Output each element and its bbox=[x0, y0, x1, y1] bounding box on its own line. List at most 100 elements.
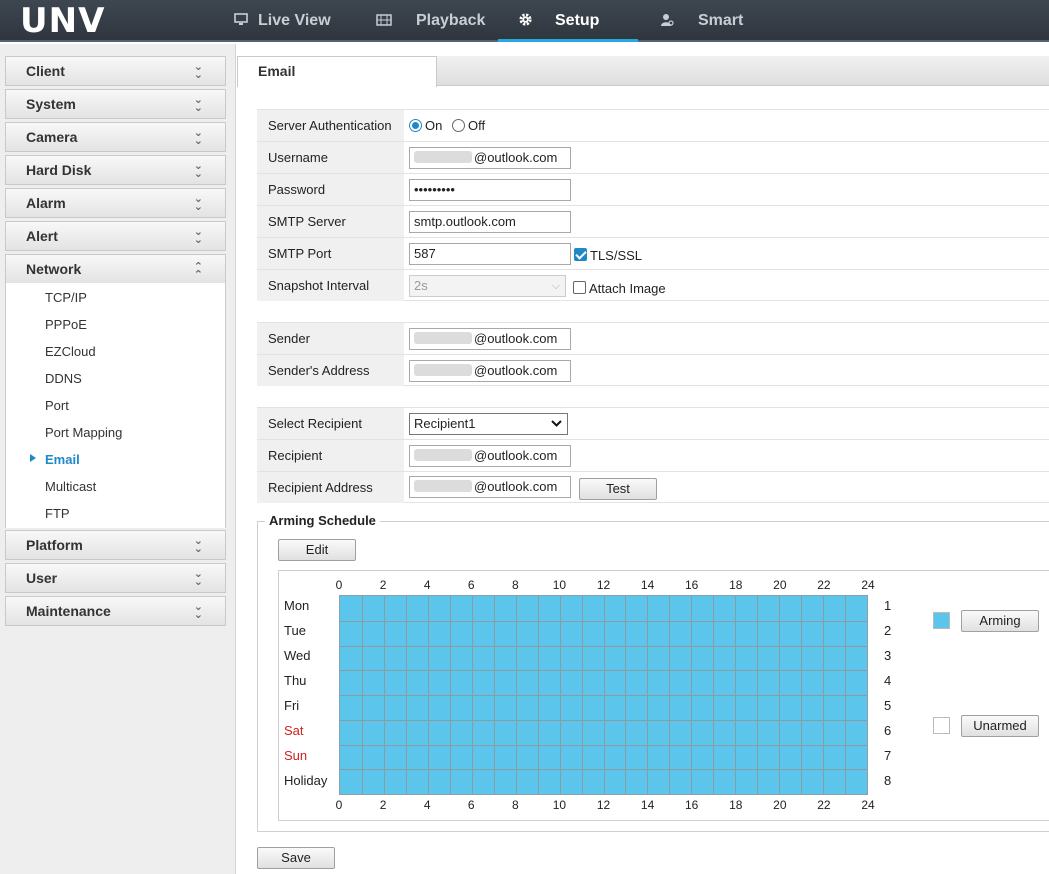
active-item-arrow-icon bbox=[30, 454, 36, 462]
attach-image-checkbox[interactable] bbox=[573, 281, 586, 294]
sidebar-item-email[interactable]: Email bbox=[45, 452, 80, 467]
sidebar-item-port-mapping[interactable]: Port Mapping bbox=[45, 425, 122, 440]
snapshot-interval-select[interactable]: 2s ⌵ bbox=[409, 275, 566, 297]
sidebar-item-multicast[interactable]: Multicast bbox=[45, 479, 96, 494]
username-input[interactable]: @outlook.com bbox=[409, 147, 571, 169]
server-auth-on-label: On bbox=[425, 118, 443, 133]
tab-live-view[interactable]: Live View bbox=[234, 0, 331, 42]
tab-smart-label: Smart bbox=[698, 12, 744, 29]
chevron-up-icon: ⌃ ⌃ bbox=[193, 261, 203, 281]
chevron-down-icon: ⌵ bbox=[551, 280, 560, 292]
sidebar-item-ddns[interactable]: DDNS bbox=[45, 371, 82, 386]
row-index-1: 1 bbox=[884, 598, 892, 613]
tab-live-view-label: Live View bbox=[258, 12, 331, 29]
select-recipient-dropdown[interactable]: Recipient1 bbox=[409, 413, 568, 435]
hour-label-bottom-20: 20 bbox=[773, 798, 787, 812]
arming-button[interactable]: Arming bbox=[961, 610, 1039, 632]
day-label-mon: Mon bbox=[284, 598, 310, 613]
smtp-server-label: SMTP Server bbox=[257, 206, 404, 237]
hour-label-top-12: 12 bbox=[596, 578, 611, 592]
redacted-text bbox=[414, 151, 472, 163]
sidebar-group-maintenance[interactable]: Maintenance ⌄ ⌄ bbox=[5, 596, 226, 626]
sidebar-group-alert[interactable]: Alert ⌄ ⌄ bbox=[5, 221, 226, 251]
smtp-server-input[interactable]: smtp.outlook.com bbox=[409, 211, 571, 233]
sender-address-input[interactable]: @outlook.com bbox=[409, 360, 571, 382]
day-label-sun: Sun bbox=[284, 748, 308, 763]
password-input[interactable]: ••••••••• bbox=[409, 179, 571, 201]
tls-ssl-checkbox[interactable] bbox=[574, 248, 587, 261]
recipient-address-input[interactable]: @outlook.com bbox=[409, 476, 571, 498]
sidebar-group-user[interactable]: User ⌄ ⌄ bbox=[5, 563, 226, 593]
hour-label-top-2: 2 bbox=[379, 578, 387, 592]
tab-email[interactable]: Email bbox=[237, 56, 437, 87]
row-index-7: 7 bbox=[884, 748, 892, 763]
hour-label-bottom-22: 22 bbox=[817, 798, 831, 812]
tab-playback-label: Playback bbox=[416, 12, 486, 29]
sidebar-item-port[interactable]: Port bbox=[45, 398, 69, 413]
server-auth-off-label: Off bbox=[468, 118, 486, 133]
sidebar-group-label: Maintenance bbox=[26, 603, 111, 619]
brand-logo: UNV bbox=[20, 1, 106, 41]
sidebar-group-label: Alarm bbox=[26, 195, 66, 211]
row-index-4: 4 bbox=[884, 673, 892, 688]
select-recipient-value: Recipient1 bbox=[414, 416, 476, 431]
sidebar-group-system[interactable]: System ⌄ ⌄ bbox=[5, 89, 226, 119]
unarmed-button[interactable]: Unarmed bbox=[961, 715, 1039, 737]
username-label: Username bbox=[257, 142, 404, 173]
hour-label-top-6: 6 bbox=[467, 578, 475, 592]
film-icon bbox=[376, 13, 392, 29]
hour-label-bottom-24: 24 bbox=[861, 798, 875, 812]
row-server-authentication: Server Authentication On Off bbox=[257, 109, 1049, 141]
sender-label: Sender bbox=[257, 323, 404, 354]
server-auth-off-radio[interactable] bbox=[452, 119, 465, 132]
arming-schedule-title: Arming Schedule bbox=[265, 513, 380, 528]
recipient-label: Recipient bbox=[257, 440, 404, 471]
hour-label-bottom-0: 0 bbox=[335, 798, 343, 812]
sidebar-group-hard-disk[interactable]: Hard Disk ⌄ ⌄ bbox=[5, 155, 226, 185]
smtp-port-input[interactable]: 587 bbox=[409, 243, 571, 265]
snapshot-interval-value: 2s bbox=[414, 278, 428, 293]
hour-label-bottom-6: 6 bbox=[467, 798, 475, 812]
row-index-6: 6 bbox=[884, 723, 892, 738]
test-button[interactable]: Test bbox=[579, 478, 657, 500]
row-recipient-address: Recipient Address @outlook.com Test bbox=[257, 471, 1049, 503]
sidebar-group-alarm[interactable]: Alarm ⌄ ⌄ bbox=[5, 188, 226, 218]
schedule-grid[interactable] bbox=[339, 595, 868, 795]
attach-image-label: Attach Image bbox=[589, 281, 666, 296]
tab-setup-label: Setup bbox=[555, 12, 600, 29]
hour-label-bottom-2: 2 bbox=[379, 798, 387, 812]
server-auth-on-radio[interactable] bbox=[409, 119, 422, 132]
recipient-address-value: @outlook.com bbox=[474, 479, 558, 494]
chevron-down-icon: ⌄ ⌄ bbox=[193, 127, 203, 147]
sidebar-group-client[interactable]: Client ⌄ ⌄ bbox=[5, 56, 226, 86]
sidebar-item-ftp[interactable]: FTP bbox=[45, 506, 70, 521]
hour-label-bottom-16: 16 bbox=[684, 798, 699, 812]
sidebar-group-platform[interactable]: Platform ⌄ ⌄ bbox=[5, 530, 226, 560]
hour-label-top-10: 10 bbox=[552, 578, 567, 592]
tab-setup[interactable]: Setup bbox=[518, 0, 599, 42]
recipient-input[interactable]: @outlook.com bbox=[409, 445, 571, 467]
sender-address-label: Sender's Address bbox=[257, 355, 404, 386]
day-label-tue: Tue bbox=[284, 623, 306, 638]
sidebar-item-tcp-ip[interactable]: TCP/IP bbox=[45, 290, 87, 305]
select-recipient-label: Select Recipient bbox=[257, 408, 404, 439]
edit-schedule-button[interactable]: Edit bbox=[278, 539, 356, 561]
tab-smart[interactable]: Smart bbox=[660, 0, 743, 42]
hour-label-bottom-4: 4 bbox=[423, 798, 431, 812]
tls-ssl-label: TLS/SSL bbox=[590, 248, 643, 263]
sidebar-item-pppoe[interactable]: PPPoE bbox=[45, 317, 87, 332]
sender-input[interactable]: @outlook.com bbox=[409, 328, 571, 350]
row-snapshot-interval: Snapshot Interval 2s ⌵ Attach Image bbox=[257, 269, 1049, 301]
row-index-5: 5 bbox=[884, 698, 892, 713]
sidebar-item-ezcloud[interactable]: EZCloud bbox=[45, 344, 96, 359]
sidebar-group-label: Client bbox=[26, 63, 65, 79]
tab-playback[interactable]: Playback bbox=[376, 0, 485, 42]
sidebar-group-camera[interactable]: Camera ⌄ ⌄ bbox=[5, 122, 226, 152]
save-button[interactable]: Save bbox=[257, 847, 335, 869]
sidebar-group-network[interactable]: Network ⌃ ⌃ bbox=[5, 254, 226, 284]
sender-address-value: @outlook.com bbox=[474, 363, 558, 378]
row-smtp-server: SMTP Server smtp.outlook.com bbox=[257, 205, 1049, 237]
row-username: Username @outlook.com bbox=[257, 141, 1049, 173]
snapshot-interval-label: Snapshot Interval bbox=[257, 270, 404, 301]
row-index-3: 3 bbox=[884, 648, 892, 663]
